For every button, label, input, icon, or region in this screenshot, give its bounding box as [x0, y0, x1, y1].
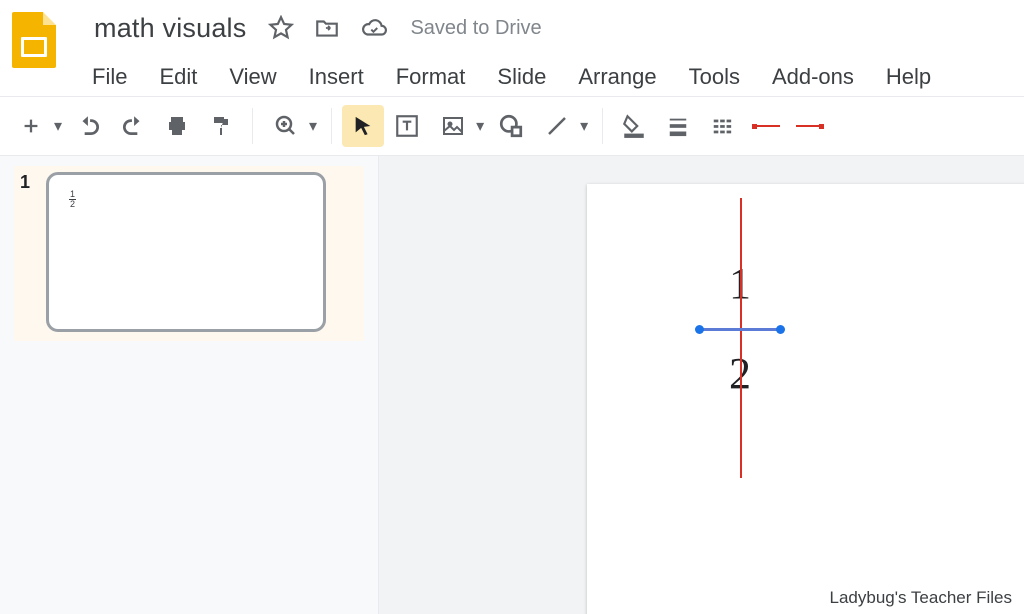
- fraction-line-selected[interactable]: [699, 308, 781, 350]
- caret-down-icon: ▾: [476, 116, 484, 136]
- line-button[interactable]: ▾: [534, 105, 592, 147]
- thumbnail-number: 1: [20, 172, 30, 193]
- menu-arrange[interactable]: Arrange: [576, 60, 658, 94]
- new-slide-button[interactable]: ▾: [8, 105, 66, 147]
- thumbnail-fraction: 1 2: [69, 191, 76, 208]
- select-tool-button[interactable]: [342, 105, 384, 147]
- menu-view[interactable]: View: [227, 60, 278, 94]
- undo-button[interactable]: [68, 105, 110, 147]
- redo-button[interactable]: [112, 105, 154, 147]
- fraction-object[interactable]: 1 2: [699, 260, 781, 398]
- menu-insert[interactable]: Insert: [307, 60, 366, 94]
- separator: [602, 108, 603, 144]
- toolbar: ▾ ▾ ▾ ▾: [0, 96, 1024, 156]
- canvas-area[interactable]: 1 2: [378, 156, 1024, 614]
- caret-down-icon: ▾: [580, 116, 588, 136]
- workspace: 1 1 2 1 2: [0, 156, 1024, 614]
- menu-edit[interactable]: Edit: [157, 60, 199, 94]
- menu-tools[interactable]: Tools: [687, 60, 742, 94]
- film-strip[interactable]: 1 1 2: [0, 156, 378, 614]
- saved-status: Saved to Drive: [410, 17, 541, 40]
- image-button[interactable]: ▾: [430, 105, 488, 147]
- guide-vertical-line: [740, 198, 742, 478]
- line-end-button[interactable]: [789, 105, 831, 147]
- menu-format[interactable]: Format: [394, 60, 468, 94]
- separator: [252, 108, 253, 144]
- menu-help[interactable]: Help: [884, 60, 933, 94]
- line-color-button[interactable]: [613, 105, 655, 147]
- line-dash-button[interactable]: [701, 105, 743, 147]
- document-title[interactable]: math visuals: [90, 11, 250, 46]
- separator: [331, 108, 332, 144]
- slide-canvas[interactable]: 1 2: [587, 184, 1024, 614]
- menu-slide[interactable]: Slide: [495, 60, 548, 94]
- line-start-button[interactable]: [745, 105, 787, 147]
- menu-bar: File Edit View Insert Format Slide Arran…: [90, 60, 1014, 94]
- app-header: math visuals Saved to Drive File Edit Vi…: [0, 0, 1024, 96]
- menu-file[interactable]: File: [90, 60, 129, 94]
- slide-thumbnail-selected[interactable]: 1 1 2: [14, 166, 364, 341]
- thumbnail-preview[interactable]: 1 2: [46, 172, 326, 332]
- menu-addons[interactable]: Add-ons: [770, 60, 856, 94]
- shape-button[interactable]: [490, 105, 532, 147]
- attribution-text: Ladybug's Teacher Files: [830, 588, 1012, 608]
- caret-down-icon: ▾: [54, 116, 62, 136]
- move-folder-icon[interactable]: [314, 15, 340, 41]
- star-icon[interactable]: [268, 15, 294, 41]
- caret-down-icon: ▾: [309, 116, 317, 136]
- cloud-saved-icon[interactable]: [360, 15, 388, 41]
- print-button[interactable]: [156, 105, 198, 147]
- paint-format-button[interactable]: [200, 105, 242, 147]
- text-box-button[interactable]: [386, 105, 428, 147]
- line-weight-button[interactable]: [657, 105, 699, 147]
- zoom-button[interactable]: ▾: [263, 105, 321, 147]
- slides-logo: [12, 12, 60, 72]
